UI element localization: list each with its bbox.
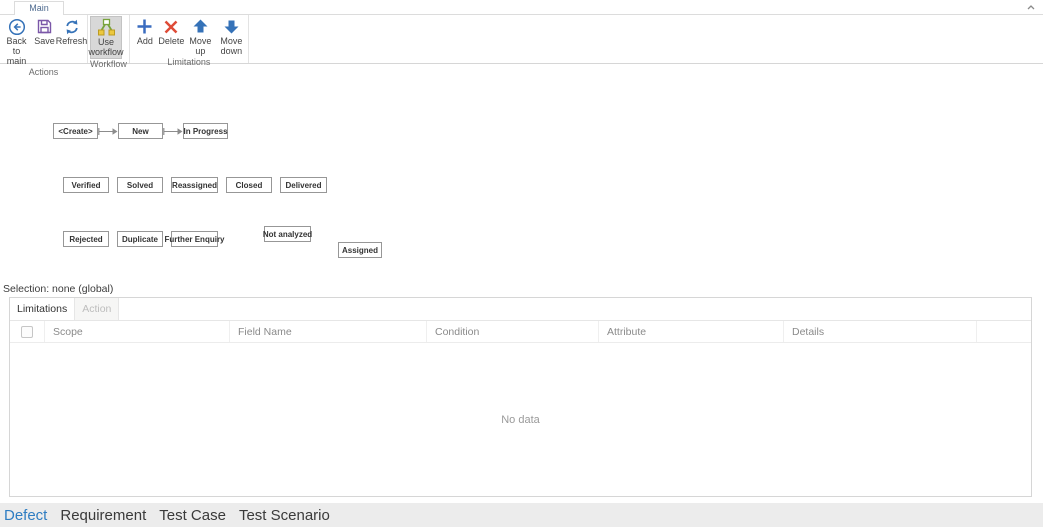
x-icon (161, 17, 181, 36)
workflow-node-delivered[interactable]: Delivered (280, 177, 327, 193)
chevron-up-icon (1026, 0, 1036, 16)
button-label: Add (137, 36, 153, 46)
workflow-icon (96, 18, 116, 37)
workflow-node-rejected[interactable]: Rejected (63, 231, 109, 247)
entity-tab-test-scenario[interactable]: Test Scenario (239, 507, 330, 524)
add-button[interactable]: Add (135, 16, 155, 47)
workflow-node-reassigned[interactable]: Reassigned (171, 177, 218, 193)
column-header-field-name[interactable]: Field Name (230, 321, 427, 342)
column-header-attribute[interactable]: Attribute (599, 321, 784, 342)
panel-tab-bar: Limitations Action (10, 298, 1031, 321)
arrow-up-icon (190, 17, 210, 36)
column-header-details[interactable]: Details (784, 321, 977, 342)
workflow-arrow-create-new (98, 124, 118, 139)
button-label: Delete (158, 36, 184, 46)
move-up-button[interactable]: Move up (188, 16, 213, 57)
workflow-node-solved[interactable]: Solved (117, 177, 163, 193)
workflow-editor-window: Main Back to ma (0, 0, 1043, 527)
ribbon-body: Back to main Save (0, 14, 1043, 64)
entity-tab-requirement[interactable]: Requirement (60, 507, 146, 524)
entity-tab-test-case[interactable]: Test Case (159, 507, 226, 524)
ribbon-group-label: Workflow (90, 59, 127, 70)
limitations-panel: Limitations Action Scope Field Name Cond… (9, 297, 1032, 497)
button-label: Back to main (3, 36, 30, 66)
ribbon-group-limitations: Add Delete (130, 15, 249, 63)
selection-label: Selection: none (global) (3, 283, 113, 295)
column-header-empty (977, 321, 1031, 342)
workflow-node-in-progress[interactable]: In Progress (183, 123, 228, 139)
plus-icon (135, 17, 155, 36)
ribbon-group-label: Actions (2, 67, 85, 78)
delete-button[interactable]: Delete (159, 16, 184, 47)
ribbon-group-label: Limitations (132, 57, 246, 68)
no-data-text: No data (10, 414, 1031, 426)
tab-action[interactable]: Action (75, 298, 119, 320)
column-header-scope[interactable]: Scope (45, 321, 230, 342)
button-label: Save (34, 36, 55, 46)
back-to-main-button[interactable]: Back to main (2, 16, 31, 67)
back-circle-icon (7, 17, 27, 36)
button-label: Move up (189, 36, 212, 56)
select-all-checkbox[interactable] (21, 326, 33, 338)
refresh-button[interactable]: Refresh (58, 16, 85, 47)
entity-tab-defect[interactable]: Defect (4, 507, 47, 524)
refresh-icon (62, 17, 82, 36)
use-workflow-toggle[interactable]: Use workflow (90, 16, 122, 59)
ribbon: Main Back to ma (0, 0, 1043, 64)
button-label: Use workflow (89, 37, 124, 57)
workflow-node-assigned[interactable]: Assigned (338, 242, 382, 258)
collapse-ribbon-button[interactable] (1025, 2, 1037, 12)
save-button[interactable]: Save (33, 16, 56, 47)
ribbon-group-workflow: Use workflow Workflow (88, 15, 130, 63)
grid-body: No data (10, 343, 1031, 496)
workflow-node-verified[interactable]: Verified (63, 177, 109, 193)
tab-limitations[interactable]: Limitations (10, 298, 75, 320)
ribbon-group-actions: Back to main Save (0, 15, 88, 63)
workflow-node-not-analyzed[interactable]: Not analyzed (264, 226, 311, 242)
workflow-node-closed[interactable]: Closed (226, 177, 272, 193)
grid-header-row: Scope Field Name Condition Attribute Det… (10, 321, 1031, 343)
ribbon-tab-main[interactable]: Main (14, 1, 64, 15)
workflow-arrow-new-inprogress (163, 124, 183, 139)
header-checkbox-cell (10, 321, 45, 342)
entity-type-bar: Defect Requirement Test Case Test Scenar… (0, 503, 1043, 527)
button-label: Refresh (56, 36, 88, 46)
floppy-disk-icon (35, 17, 55, 36)
arrow-down-icon (221, 17, 241, 36)
workflow-node-further-enquiry[interactable]: Further Enquiry (171, 231, 218, 247)
workflow-node-create[interactable]: <Create> (53, 123, 98, 139)
column-header-condition[interactable]: Condition (427, 321, 599, 342)
move-down-button[interactable]: Move down (217, 16, 246, 57)
workflow-node-duplicate[interactable]: Duplicate (117, 231, 163, 247)
workflow-node-new[interactable]: New (118, 123, 163, 139)
button-label: Move down (218, 36, 245, 56)
